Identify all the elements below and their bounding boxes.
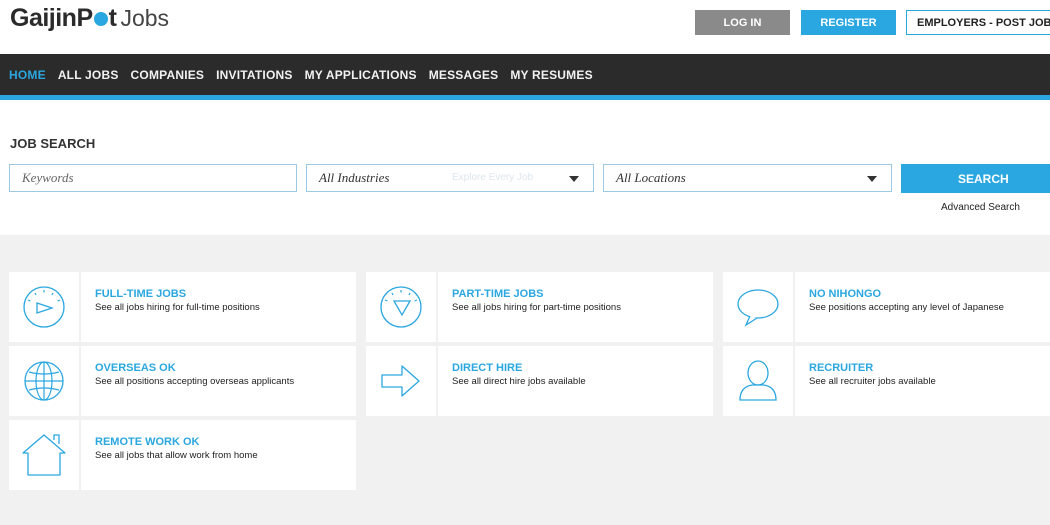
house-icon [9, 420, 81, 490]
category-card-no-nihongo[interactable]: NO NIHONGO See positions accepting any l… [723, 272, 1050, 342]
logo-text-main-end: t [108, 4, 117, 32]
category-description: See all jobs that allow work from home [95, 450, 258, 461]
category-grid: FULL-TIME JOBS See all jobs hiring for f… [0, 235, 1050, 525]
category-title: FULL-TIME JOBS [95, 288, 187, 300]
category-title: PART-TIME JOBS [452, 288, 544, 300]
category-card-full-time[interactable]: FULL-TIME JOBS See all jobs hiring for f… [9, 272, 356, 342]
job-search-title: JOB SEARCH [10, 136, 96, 151]
category-description: See all jobs hiring for part-time positi… [452, 302, 621, 313]
keywords-field[interactable] [9, 164, 297, 192]
advanced-search-link[interactable]: Advanced Search [941, 202, 1020, 213]
category-title: NO NIHONGO [809, 288, 882, 300]
employers-post-job-button[interactable]: EMPLOYERS - POST JOB [906, 10, 1050, 35]
industries-ghost-text: Explore Every Job [452, 172, 534, 183]
category-card-part-time[interactable]: PART-TIME JOBS See all jobs hiring for p… [366, 272, 713, 342]
header: GaijinP t Jobs LOG IN REGISTER EMPLOYERS … [0, 0, 1050, 54]
clock-icon [9, 272, 81, 342]
category-description: See all recruiter jobs available [809, 376, 936, 387]
main-nav: HOME ALL JOBS COMPANIES INVITATIONS MY A… [0, 54, 1050, 100]
category-card-recruiter[interactable]: RECRUITER See all recruiter jobs availab… [723, 346, 1050, 416]
logo-text-sub: Jobs [120, 5, 170, 31]
half-clock-icon [366, 272, 438, 342]
globe-icon [9, 346, 81, 416]
arrow-right-icon [366, 346, 438, 416]
category-card-remote-work[interactable]: REMOTE WORK OK See all jobs that allow w… [9, 420, 356, 490]
category-title: REMOTE WORK OK [95, 436, 200, 448]
locations-selected-value: All Locations [616, 170, 686, 185]
nav-item-my-applications[interactable]: MY APPLICATIONS [305, 68, 417, 82]
nav-item-companies[interactable]: COMPANIES [131, 68, 205, 82]
logo-dot-icon [93, 12, 108, 26]
gaijinpot-logo[interactable]: GaijinP t Jobs [10, 4, 169, 34]
category-title: OVERSEAS OK [95, 362, 176, 374]
industries-select[interactable]: All Industries Explore Every Job [306, 164, 594, 192]
industries-selected-value: All Industries [319, 170, 390, 185]
nav-item-messages[interactable]: MESSAGES [429, 68, 499, 82]
speech-bubble-icon [723, 272, 795, 342]
nav-item-my-resumes[interactable]: MY RESUMES [510, 68, 592, 82]
chevron-down-icon [867, 176, 877, 182]
category-card-direct-hire[interactable]: DIRECT HIRE See all direct hire jobs ava… [366, 346, 713, 416]
category-description: See all jobs hiring for full-time positi… [95, 302, 260, 313]
category-title: RECRUITER [809, 362, 874, 374]
nav-item-all-jobs[interactable]: ALL JOBS [58, 68, 119, 82]
search-button[interactable]: SEARCH [901, 164, 1050, 193]
logo-text-main: GaijinP [10, 4, 93, 32]
page: GaijinP t Jobs LOG IN REGISTER EMPLOYERS … [0, 0, 1050, 525]
category-title: DIRECT HIRE [452, 362, 523, 374]
nav-item-invitations[interactable]: INVITATIONS [216, 68, 292, 82]
login-button[interactable]: LOG IN [695, 10, 790, 35]
keywords-input[interactable] [22, 170, 282, 186]
category-description: See all positions accepting overseas app… [95, 376, 295, 387]
job-search-panel: JOB SEARCH All Industries Explore Every … [0, 105, 1050, 235]
category-card-overseas-ok[interactable]: OVERSEAS OK See all positions accepting … [9, 346, 356, 416]
register-button[interactable]: REGISTER [801, 10, 896, 35]
locations-select[interactable]: All Locations [603, 164, 892, 192]
nav-item-home[interactable]: HOME [9, 68, 46, 82]
chevron-down-icon [569, 176, 579, 182]
category-description: See positions accepting any level of Jap… [809, 302, 1004, 313]
category-description: See all direct hire jobs available [452, 376, 586, 387]
person-icon [723, 346, 795, 416]
